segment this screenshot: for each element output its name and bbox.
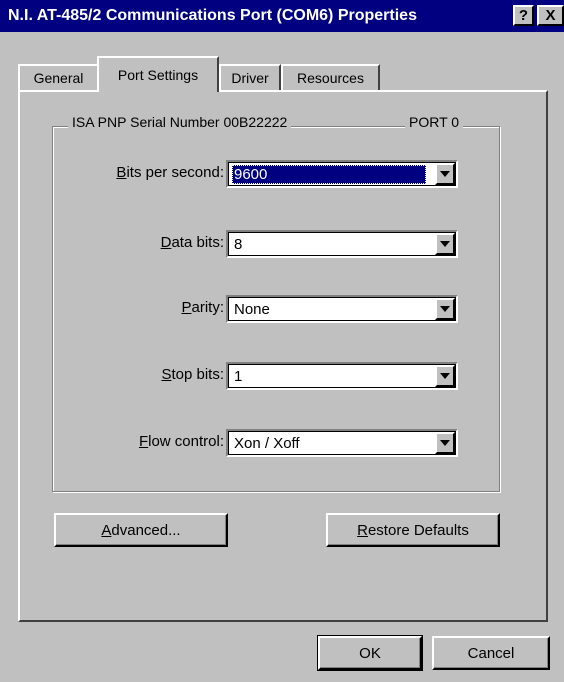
parity-label: Parity: bbox=[181, 299, 224, 316]
stop-bits-dropdown-icon[interactable] bbox=[435, 365, 455, 387]
tab-general[interactable]: General bbox=[18, 64, 99, 90]
tab-port-settings[interactable]: Port Settings bbox=[97, 56, 219, 92]
advanced-mnemonic: A bbox=[101, 521, 112, 539]
tab-driver-label: Driver bbox=[231, 70, 269, 86]
data-bits-dropdown-icon[interactable] bbox=[435, 233, 455, 255]
tab-port-settings-label: Port Settings bbox=[117, 67, 199, 83]
ok-label: OK bbox=[359, 644, 381, 662]
close-icon: X bbox=[545, 7, 556, 24]
stop-bits-select[interactable]: 1 bbox=[226, 362, 458, 390]
bits-per-second-value: 9600 bbox=[232, 165, 426, 184]
title-bar[interactable]: N.I. AT-485/2 Communications Port (COM6)… bbox=[0, 0, 564, 32]
properties-dialog: N.I. AT-485/2 Communications Port (COM6)… bbox=[0, 0, 564, 682]
tab-resources-label: Resources bbox=[297, 70, 364, 86]
parity-value: None bbox=[234, 301, 270, 318]
parity-label-text: arity: bbox=[191, 299, 224, 316]
data-bits-select[interactable]: 8 bbox=[226, 230, 458, 258]
data-bits-value: 8 bbox=[234, 236, 243, 253]
parity-select[interactable]: None bbox=[226, 295, 458, 323]
stop-bits-value: 1 bbox=[234, 368, 243, 385]
restore-defaults-button[interactable]: Restore Defaults bbox=[326, 513, 500, 547]
advanced-label: dvanced... bbox=[111, 521, 181, 539]
flow-control-label: Flow control: bbox=[139, 433, 224, 450]
port-number-label: PORT 0 bbox=[405, 114, 464, 130]
stop-bits-mnemonic: S bbox=[161, 366, 172, 383]
close-button[interactable]: X bbox=[537, 5, 564, 26]
data-bits-label-text: ata bits: bbox=[171, 234, 224, 251]
advanced-button[interactable]: Advanced... bbox=[54, 513, 228, 547]
bits-per-second-mnemonic: B bbox=[116, 164, 127, 181]
tab-resources[interactable]: Resources bbox=[281, 64, 380, 90]
flow-control-select[interactable]: Xon / Xoff bbox=[226, 429, 458, 457]
cancel-button[interactable]: Cancel bbox=[432, 636, 550, 670]
data-bits-mnemonic: D bbox=[160, 234, 172, 251]
parity-mnemonic: P bbox=[181, 299, 192, 316]
window-title: N.I. AT-485/2 Communications Port (COM6)… bbox=[8, 7, 417, 24]
tab-driver[interactable]: Driver bbox=[219, 64, 281, 90]
serial-number-label: ISA PNP Serial Number 00B22222 bbox=[68, 114, 292, 130]
bits-per-second-dropdown-icon[interactable] bbox=[435, 163, 455, 185]
help-icon: ? bbox=[518, 7, 529, 24]
restore-defaults-label: estore Defaults bbox=[367, 521, 469, 539]
parity-dropdown-icon[interactable] bbox=[435, 298, 455, 320]
bits-per-second-label: Bits per second: bbox=[116, 164, 224, 181]
bits-per-second-select[interactable]: 9600 bbox=[226, 160, 458, 188]
flow-control-mnemonic: F bbox=[138, 433, 149, 450]
ok-button[interactable]: OK bbox=[317, 635, 423, 671]
data-bits-label: Data bits: bbox=[161, 234, 224, 251]
help-button[interactable]: ? bbox=[513, 5, 534, 26]
bits-per-second-label-text: its per second: bbox=[126, 164, 224, 181]
stop-bits-label: Stop bits: bbox=[161, 366, 224, 383]
flow-control-label-text: low control: bbox=[148, 433, 224, 450]
flow-control-dropdown-icon[interactable] bbox=[435, 432, 455, 454]
stop-bits-label-text: top bits: bbox=[171, 366, 224, 383]
cancel-label: Cancel bbox=[467, 644, 515, 662]
flow-control-value: Xon / Xoff bbox=[234, 435, 300, 452]
restore-defaults-mnemonic: R bbox=[357, 521, 368, 539]
tab-general-label: General bbox=[33, 70, 84, 86]
